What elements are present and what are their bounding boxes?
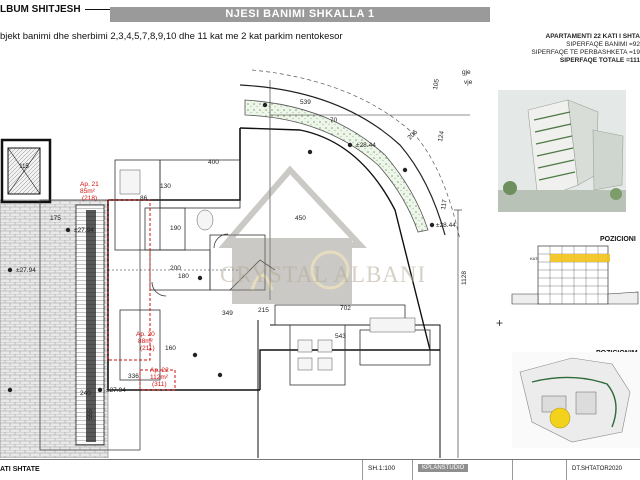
info-common-area: SIPERFAQE TE PERBASHKETA =19 <box>531 49 640 56</box>
dim-160: 160 <box>165 345 176 352</box>
unit-21-code: (218) <box>82 195 97 202</box>
dim-539: 539 <box>300 99 311 106</box>
dim-215: 215 <box>258 307 269 314</box>
unit-22-label: Ap. 22 <box>150 367 169 374</box>
site-plan <box>512 352 640 448</box>
apartment-info: APARTAMENTI 22 KATI I SHTA SIPERFAQE BAN… <box>510 33 640 65</box>
level-1: ±27.94 <box>16 267 36 274</box>
apartment-outline <box>107 199 176 391</box>
unit-20-area: 88m² <box>138 338 154 345</box>
floor-tag: KATI <box>530 256 539 261</box>
scale-label: SH.1:100 <box>368 465 396 472</box>
dim-702: 702 <box>340 305 351 312</box>
footer-separator-4 <box>566 460 567 480</box>
unit-20-code: (211) <box>140 345 155 352</box>
unit-22-code: (311) <box>152 381 167 388</box>
footer-separator-3 <box>512 460 513 480</box>
title-bar: NJESI BANIMI SHKALLA 1 <box>110 7 490 22</box>
level-2: ±27.94 <box>74 227 94 234</box>
corner-text-2: vje <box>464 79 473 86</box>
dim-190: 190 <box>170 225 181 232</box>
project-subtitle: bjekt banimi dhe sherbimi 2,3,4,5,7,8,9,… <box>0 31 343 42</box>
dim-175: 175 <box>50 215 61 222</box>
floor-plan: 115 539 206 105 124 117 1128 400 450 175… <box>0 69 473 458</box>
album-title: LBUM SHITJESH <box>0 4 115 20</box>
drawing-sheet: LBUM SHITJESH NJESI BANIMI SHKALLA 1 bje… <box>0 0 640 480</box>
watermark-text: CRYSTAL ALBANI <box>220 262 427 287</box>
level-4: ±28.44 <box>436 222 456 229</box>
dim-117: 117 <box>440 199 449 211</box>
unit-21-label: Ap. 21 <box>80 181 99 188</box>
info-title: APARTAMENTI 22 KATI I SHTA <box>545 33 640 40</box>
dim-400: 400 <box>208 159 219 166</box>
dim-label-115: 115 <box>19 164 29 170</box>
dim-206: 206 <box>406 129 419 142</box>
position-label-1: POZICIONI <box>600 236 636 243</box>
title-block: ATI SHTATE SH.1:100 KPLANSTUDIO DT.SHTAT… <box>0 459 640 480</box>
building-render-graphic <box>498 90 626 212</box>
dim-130: 130 <box>160 183 171 190</box>
info-living-area: SIPERFAQE BANIMI =92 <box>566 41 640 48</box>
unit-22-area: 112m² <box>150 374 169 381</box>
unit-20-label: Ap. 20 <box>136 331 155 338</box>
studio-brand: KPLANSTUDIO <box>418 464 469 472</box>
dim-70: 70 <box>330 117 338 124</box>
corner-text-1: gje <box>462 69 471 76</box>
elevator-core: 115 <box>0 138 52 204</box>
info-total-area: SIPERFAQE TOTALE =111 <box>559 57 640 64</box>
unit-21-area: 85m² <box>80 188 96 195</box>
footer-separator-2 <box>412 460 413 480</box>
section-elevation: KATI <box>511 245 639 305</box>
album-label: LBUM SHITJESH <box>0 4 81 15</box>
dim-555: 555 <box>87 409 94 420</box>
dim-543: 543 <box>335 333 346 340</box>
footer-left-label: ATI SHTATE <box>0 466 40 473</box>
date-label: DT.SHTATOR2020 <box>572 466 623 472</box>
dim-86: 86 <box>140 195 148 202</box>
footer-separator-1 <box>362 460 363 480</box>
dim-180: 180 <box>178 273 189 280</box>
dim-105: 105 <box>432 78 441 90</box>
dim-200: 200 <box>170 265 181 272</box>
green-terrace <box>239 69 461 241</box>
dim-349: 349 <box>222 310 233 317</box>
dim-1128: 1128 <box>461 271 468 285</box>
level-3: ±28.44 <box>356 142 376 149</box>
level-5: ±27.94 <box>106 387 126 394</box>
dim-124: 124 <box>437 130 446 142</box>
dim-450: 450 <box>295 215 306 222</box>
building-render <box>498 90 626 212</box>
cross-marker: + <box>496 316 504 330</box>
dim-336: 336 <box>128 373 139 380</box>
dim-240: 240 <box>80 390 91 397</box>
